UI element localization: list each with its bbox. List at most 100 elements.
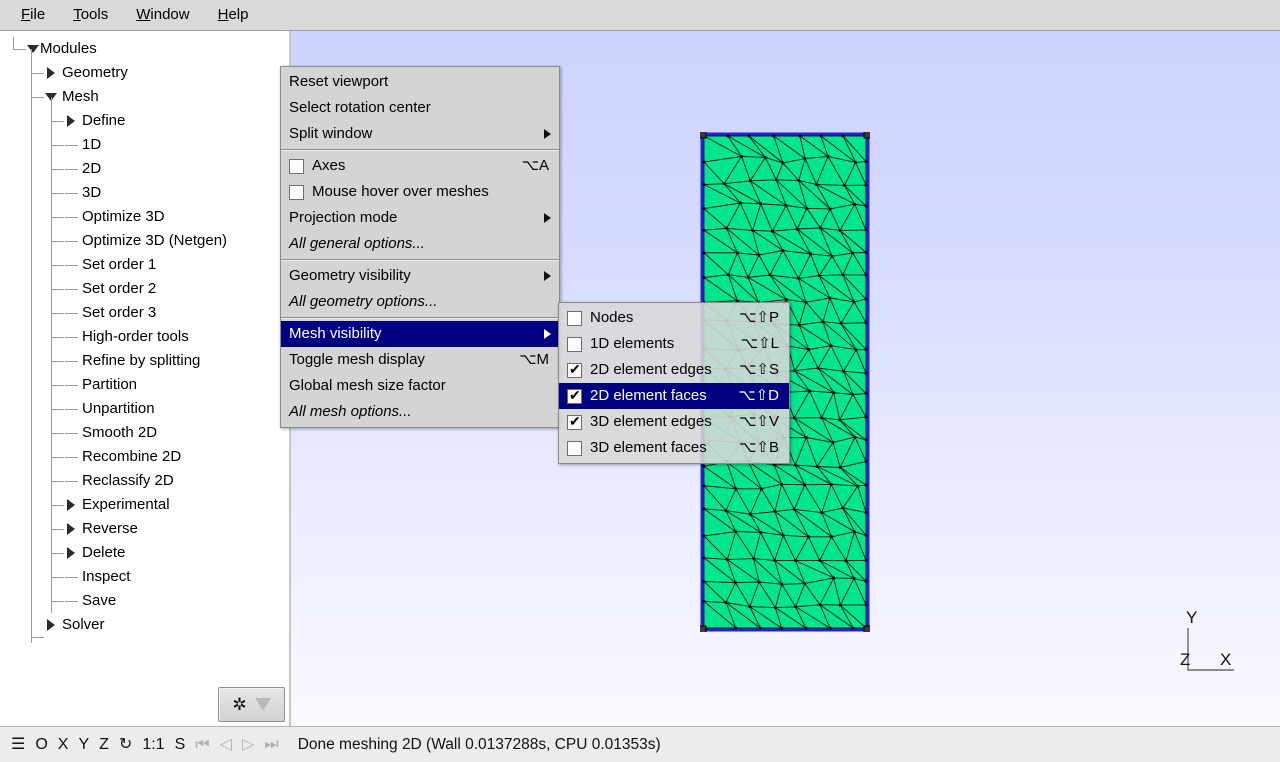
leaf-dash-icon xyxy=(64,589,78,613)
tree-item-set-order-3[interactable]: Set order 3 xyxy=(0,301,289,325)
tree-item-set-order-1[interactable]: Set order 1 xyxy=(0,253,289,277)
expand-arrow-icon[interactable] xyxy=(44,61,58,85)
tree-guide xyxy=(51,409,64,410)
menu-item-label: Projection mode xyxy=(289,209,398,226)
menu-item-toggle-mesh-display[interactable]: Toggle mesh display ⌥M xyxy=(281,347,559,373)
tree-item-set-order-2[interactable]: Set order 2 xyxy=(0,277,289,301)
tree-item-optimize-3d[interactable]: Optimize 3D xyxy=(0,205,289,229)
tree-item-inspect[interactable]: Inspect xyxy=(0,565,289,589)
checkbox-icon[interactable] xyxy=(289,158,304,174)
menu-bar: File Tools Window Help xyxy=(0,0,1280,31)
first-step-icon[interactable]: ⏮ xyxy=(190,735,214,755)
menu-window[interactable]: Window xyxy=(125,3,200,27)
tree-item-smooth-2d[interactable]: Smooth 2D xyxy=(0,421,289,445)
leaf-dash-icon xyxy=(64,373,78,397)
tree-item-experimental[interactable]: Experimental xyxy=(0,493,289,517)
expand-arrow-icon[interactable] xyxy=(64,109,78,133)
leaf-dash-icon xyxy=(64,397,78,421)
submenu-item-1d-elements[interactable]: 1D elements ⌥⇧L xyxy=(559,331,789,357)
menu-item-all-geometry-options[interactable]: All geometry options... xyxy=(281,289,559,315)
checkbox-icon[interactable] xyxy=(567,387,582,404)
y-axis-icon[interactable]: Y xyxy=(73,735,94,755)
viewport-context-menu[interactable]: Reset viewport Select rotation center Spli… xyxy=(280,66,560,428)
tree-item-refine-by-splitting[interactable]: Refine by splitting xyxy=(0,349,289,373)
tree-item-save[interactable]: Save xyxy=(0,589,289,613)
checkbox-icon[interactable] xyxy=(567,413,582,430)
tree-guide xyxy=(51,385,64,386)
checkbox-icon[interactable] xyxy=(289,184,304,200)
checkbox-icon[interactable] xyxy=(567,336,582,352)
menu-tools[interactable]: Tools xyxy=(62,3,119,27)
menu-item-label: Mesh visibility xyxy=(289,325,382,342)
tree-item-unpartition[interactable]: Unpartition xyxy=(0,397,289,421)
tree-item-high-order-tools[interactable]: High-order tools xyxy=(0,325,289,349)
checkbox-icon[interactable] xyxy=(567,440,582,456)
menu-item-geometry-visibility[interactable]: Geometry visibility xyxy=(281,263,559,289)
tree-item-solver[interactable]: Solver xyxy=(0,613,289,637)
checkbox-icon[interactable] xyxy=(567,310,582,326)
submenu-item-2d-element-edges[interactable]: 2D element edges ⌥⇧S xyxy=(559,357,789,383)
tree-item-modules[interactable]: Modules xyxy=(0,37,289,61)
tree-item-define[interactable]: Define xyxy=(0,109,289,133)
tree-item-label: High-order tools xyxy=(82,328,189,345)
leaf-dash-icon xyxy=(64,277,78,301)
menu-icon[interactable]: ☰ xyxy=(6,735,30,755)
axis-label-y: Y xyxy=(1186,608,1198,627)
menu-item-axes[interactable]: Axes ⌥A xyxy=(281,153,559,179)
menu-item-split-window[interactable]: Split window xyxy=(281,121,559,147)
last-step-icon[interactable]: ⏭ xyxy=(259,735,283,755)
collapse-arrow-icon[interactable] xyxy=(26,37,40,61)
tree-item-3d[interactable]: 3D xyxy=(0,181,289,205)
checkbox-icon[interactable] xyxy=(567,361,582,378)
prev-step-icon[interactable]: ◁ xyxy=(215,735,237,755)
submenu-item-3d-element-faces[interactable]: 3D element faces ⌥⇧B xyxy=(559,435,789,461)
submenu-item-3d-element-edges[interactable]: 3D element edges ⌥⇧V xyxy=(559,409,789,435)
submenu-arrow-icon xyxy=(544,271,551,281)
rotate-icon[interactable]: ↻ xyxy=(114,735,137,755)
menu-item-all-mesh-options[interactable]: All mesh options... xyxy=(281,399,559,425)
z-axis-icon[interactable]: Z xyxy=(94,735,114,755)
menu-help[interactable]: Help xyxy=(207,3,260,27)
menu-file[interactable]: File xyxy=(10,3,56,27)
tree-guide xyxy=(13,37,14,49)
snap-toggle[interactable]: S xyxy=(170,735,191,755)
leaf-dash-icon xyxy=(64,565,78,589)
mesh-visibility-submenu[interactable]: Nodes ⌥⇧P 1D elements ⌥⇧L 2D element edges ⌥⇧… xyxy=(558,302,790,464)
menu-item-projection-mode[interactable]: Projection mode xyxy=(281,205,559,231)
menu-separator xyxy=(281,259,559,261)
submenu-item-label: 3D element faces xyxy=(590,439,707,456)
tree-item-reverse[interactable]: Reverse xyxy=(0,517,289,541)
tree-item-reclassify-2d[interactable]: Reclassify 2D xyxy=(0,469,289,493)
tree-item-delete[interactable]: Delete xyxy=(0,541,289,565)
menu-item-global-mesh-size-factor[interactable]: Global mesh size factor xyxy=(281,373,559,399)
menu-item-mouse-hover-over-meshes[interactable]: Mouse hover over meshes xyxy=(281,179,559,205)
menu-item-all-general-options[interactable]: All general options... xyxy=(281,231,559,257)
submenu-arrow-icon xyxy=(544,129,551,139)
menu-item-mesh-visibility[interactable]: Mesh visibility xyxy=(281,321,559,347)
options-gear-button[interactable]: ✲ xyxy=(218,687,285,722)
submenu-item-2d-element-faces[interactable]: 2D element faces ⌥⇧D xyxy=(559,383,789,409)
tree-item-label: Recombine 2D xyxy=(82,448,182,465)
play-icon[interactable]: ▷ xyxy=(237,735,259,755)
x-axis-icon[interactable]: X xyxy=(53,735,74,755)
expand-arrow-icon[interactable] xyxy=(44,613,58,637)
tree-item-partition[interactable]: Partition xyxy=(0,373,289,397)
submenu-item-nodes[interactable]: Nodes ⌥⇧P xyxy=(559,305,789,331)
expand-arrow-icon[interactable] xyxy=(64,493,78,517)
menu-item-select-rotation-center[interactable]: Select rotation center xyxy=(281,95,559,121)
tree-item-recombine-2d[interactable]: Recombine 2D xyxy=(0,445,289,469)
tree-item-optimize-3d-netgen[interactable]: Optimize 3D (Netgen) xyxy=(0,229,289,253)
gear-icon: ✲ xyxy=(232,695,247,714)
submenu-item-shortcut: ⌥⇧D xyxy=(738,387,779,404)
scale-ratio-label[interactable]: 1:1 xyxy=(137,735,169,755)
submenu-item-label: 1D elements xyxy=(590,335,675,352)
tree-guide xyxy=(31,49,32,643)
expand-arrow-icon[interactable] xyxy=(64,541,78,565)
tree-item-2d[interactable]: 2D xyxy=(0,157,289,181)
origin-icon[interactable]: O xyxy=(30,735,52,755)
tree-item-1d[interactable]: 1D xyxy=(0,133,289,157)
expand-arrow-icon[interactable] xyxy=(64,517,78,541)
menu-item-reset-viewport[interactable]: Reset viewport xyxy=(281,69,559,95)
menu-item-shortcut: ⌥M xyxy=(519,351,549,368)
tree-guide xyxy=(51,529,64,530)
